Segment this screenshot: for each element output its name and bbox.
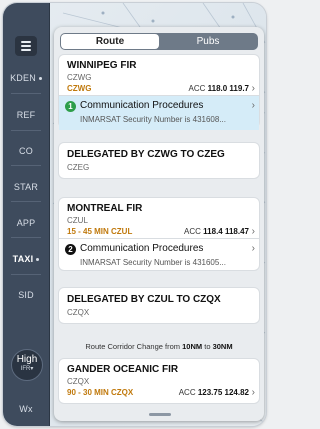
fir-title: WINNIPEG FIR [67,60,137,71]
comm-subtitle: INMARSAT Security Number is 431608... [80,115,226,124]
sidebar-item-star[interactable]: STAR [3,182,49,192]
dot-icon [38,77,42,81]
chevron-right-icon: › [251,226,255,237]
divider [11,274,41,275]
sidebar-item-label: CO [19,146,33,156]
fir-timing: 90 - 30 MIN CZQX [67,388,134,397]
altitude-mode-label: High [16,354,38,365]
segmented-tabs: Route Pubs [60,33,258,50]
divider [11,130,41,131]
note-to: 30NM [212,342,233,351]
frequency-text: ACC 118.0 119.7 [188,84,249,93]
sidebar-item-taxi[interactable]: TAXI [3,254,49,264]
frequency-prefix: ACC [178,388,196,397]
sidebar-item-co[interactable]: CO [3,146,49,156]
frequency-prefix: ACC [188,84,206,93]
divider [11,201,41,202]
sidebar-item-ref[interactable]: REF [3,110,49,120]
comm-title: Communication Procedures [80,100,204,111]
fir-code: CZUL [67,216,88,225]
delegation-title: DELEGATED BY CZUL TO CZQX [67,294,221,305]
delegation-code: CZQX [67,308,90,317]
sidebar-item-kden[interactable]: KDEN [3,73,49,83]
delegation-title: DELEGATED BY CZWG TO CZEG [67,149,225,160]
comm-procedures-row-1[interactable]: 1 Communication Procedures INMARSAT Secu… [59,95,259,130]
sidebar-item-label: APP [16,218,36,228]
comm-subtitle: INMARSAT Security Number is 431605... [80,258,226,267]
sidebar-item-label: SID [18,290,34,300]
sidebar-item-label: STAR [13,182,39,192]
altitude-mode-sub: IFR▾ [20,366,34,372]
frequency-text: ACC 123.75 124.82 [179,388,249,397]
menu-icon[interactable] [15,36,37,56]
note-mid: to [204,342,211,351]
comm-procedures-row-2[interactable]: 2 Communication Procedures INMARSAT Secu… [59,238,259,273]
sidebar-item-sid[interactable]: SID [3,290,49,300]
fir-timing: 15 - 45 MIN CZUL [67,227,133,236]
altitude-mode-button[interactable]: High IFR▾ [11,349,43,381]
dot-icon [36,258,40,262]
delegation-card-czqx[interactable]: DELEGATED BY CZUL TO CZQX CZQX [58,287,260,324]
drag-handle[interactable] [149,413,171,416]
fir-card-winnipeg[interactable]: WINNIPEG FIR CZWG CZWG ACC 118.0 119.7 ›… [58,54,260,130]
delegation-code: CZEG [67,163,90,172]
frequency-values: 118.4 118.47 [203,227,249,236]
tab-route[interactable]: Route [61,34,159,49]
number-badge: 2 [65,244,76,255]
sidebar: KDEN REF CO STAR APP TAXI SID High IFR▾ [3,3,50,426]
frequency-text: ACC 118.4 118.47 [184,227,249,236]
chevron-right-icon: › [251,100,255,111]
fir-title: GANDER OCEANIC FIR [67,364,179,375]
sidebar-item-label: Wx [19,404,33,414]
fir-code: CZQX [67,377,90,386]
comm-title: Communication Procedures [80,243,204,254]
fir-timing: CZWG [67,84,92,93]
fir-code: CZWG [67,73,92,82]
chevron-right-icon: › [251,243,255,254]
route-corridor-note: Route Corridor Change from 10NM to 30NM [58,342,260,351]
delegation-card-czeg[interactable]: DELEGATED BY CZWG TO CZEG CZEG [58,142,260,179]
fir-card-montreal[interactable]: MONTREAL FIR CZUL 15 - 45 MIN CZUL ACC 1… [58,197,260,271]
frequency-values: 118.0 119.7 [207,84,249,93]
frequency-values: 123.75 124.82 [197,388,249,397]
note-prefix: Route Corridor Change from [85,342,181,351]
sidebar-item-label: REF [16,110,36,120]
frequency-prefix: ACC [184,227,201,236]
route-panel: Route Pubs WINNIPEG FIR CZWG CZWG ACC 11… [54,27,264,421]
device-frame: KDEN REF CO STAR APP TAXI SID High IFR▾ [3,3,266,426]
fir-card-gander[interactable]: GANDER OCEANIC FIR CZQX 90 - 30 MIN CZQX… [58,358,260,404]
sidebar-item-app[interactable]: APP [3,218,49,228]
divider [11,93,41,94]
number-badge: 1 [65,101,76,112]
divider [11,237,41,238]
sidebar-item-label: KDEN [10,73,36,83]
sidebar-item-wx[interactable]: Wx [3,404,49,414]
chevron-right-icon: › [251,387,255,398]
divider [11,165,41,166]
chevron-right-icon: › [251,83,255,94]
tab-pubs[interactable]: Pubs [159,34,257,49]
note-from: 10NM [182,342,203,351]
sidebar-item-label: TAXI [12,254,34,264]
fir-title: MONTREAL FIR [67,203,143,214]
